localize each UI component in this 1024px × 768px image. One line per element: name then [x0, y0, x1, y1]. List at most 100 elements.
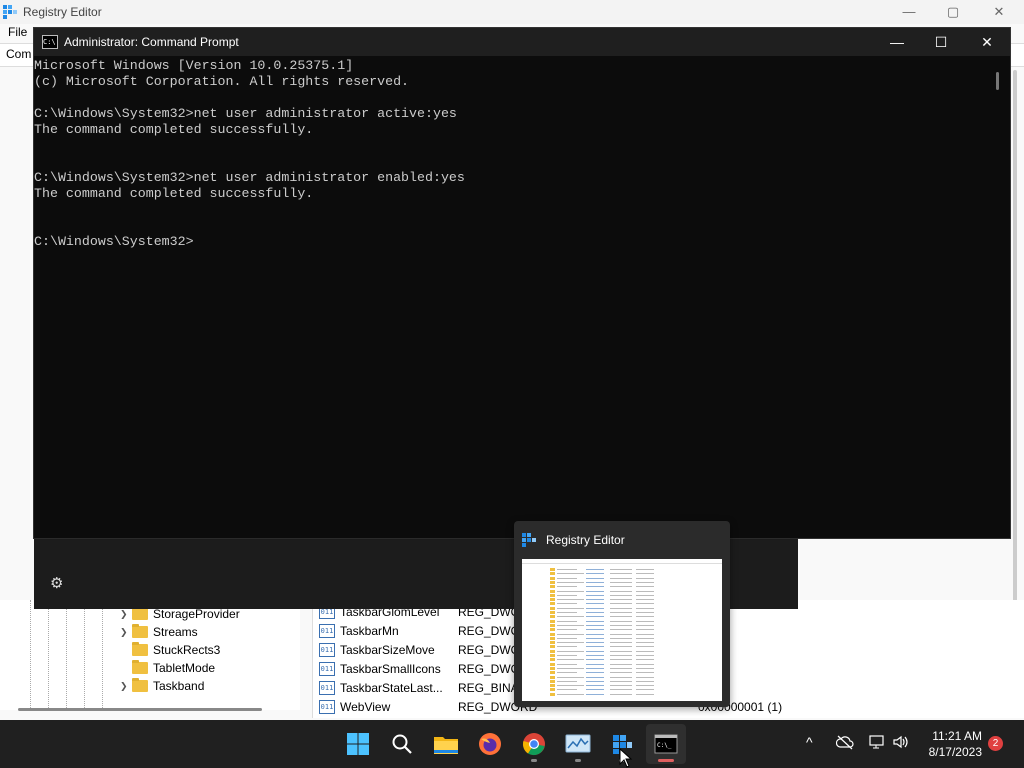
- thumb-line: [586, 569, 604, 570]
- gear-icon[interactable]: ⚙: [50, 576, 66, 592]
- tree-item[interactable]: TabletMode: [120, 659, 215, 677]
- thumb-line: [586, 607, 604, 609]
- thumb-line: [586, 659, 604, 661]
- thumb-line: [610, 577, 632, 579]
- tree-item[interactable]: ❯ Streams: [120, 623, 198, 641]
- thumb-line: [557, 629, 577, 631]
- registry-minimize-button[interactable]: —: [886, 2, 932, 22]
- thumb-line: [586, 603, 604, 605]
- thumb-line: [610, 672, 632, 674]
- preview-thumbnail[interactable]: [522, 559, 722, 701]
- firefox-button[interactable]: [470, 724, 510, 764]
- registry-maximize-button[interactable]: ▢: [930, 2, 976, 22]
- thumb-line: [586, 577, 604, 579]
- tree-item[interactable]: ❯ Taskband: [120, 677, 204, 695]
- thumb-folder: [550, 580, 555, 584]
- thumb-line: [610, 590, 632, 592]
- chevron-right-icon[interactable]: ❯: [120, 681, 132, 692]
- thumb-folder: [550, 662, 555, 666]
- network-icon[interactable]: [868, 734, 886, 750]
- thumb-line: [557, 637, 577, 639]
- command-prompt-button[interactable]: C:\_: [646, 724, 686, 764]
- chevron-right-icon[interactable]: ❯: [120, 627, 132, 638]
- console-scroll-thumb[interactable]: [996, 72, 999, 90]
- thumb-line: [610, 612, 632, 613]
- resource-monitor-button[interactable]: [558, 724, 598, 764]
- thumb-line: [557, 655, 577, 656]
- console-scrollbar[interactable]: [996, 68, 1000, 536]
- thumb-line: [610, 693, 632, 695]
- folder-icon: [132, 624, 148, 638]
- thumb-line: [586, 646, 604, 648]
- menu-file[interactable]: File: [8, 25, 27, 39]
- thumb-line: [586, 650, 604, 652]
- cloud-offline-icon[interactable]: [836, 734, 854, 750]
- thumb-line: [557, 607, 584, 609]
- thumb-folder: [550, 636, 555, 640]
- thumb-folder: [550, 602, 555, 606]
- thumb-line: [610, 624, 632, 626]
- thumb-line: [610, 637, 632, 639]
- thumb-line: [610, 676, 632, 678]
- clock-time[interactable]: 11:21 AM: [920, 729, 982, 743]
- thumb-line: [610, 646, 632, 648]
- thumb-line: [586, 586, 604, 588]
- thumb-line: [636, 590, 654, 592]
- cmd-maximize-button[interactable]: ☐: [918, 28, 964, 56]
- clock-date[interactable]: 8/17/2023: [920, 745, 982, 759]
- thumb-line: [557, 624, 584, 626]
- thumb-folder: [550, 585, 555, 589]
- thumb-line: [557, 646, 577, 648]
- thumb-line: [586, 624, 604, 626]
- thumb-line: [557, 642, 584, 644]
- registry-vertical-scrollbar[interactable]: [1013, 70, 1017, 670]
- tree-horizontal-scrollbar[interactable]: [18, 708, 262, 711]
- thumb-line: [636, 680, 654, 682]
- thumb-folder: [550, 623, 555, 627]
- start-button[interactable]: [338, 724, 378, 764]
- thumb-line: [557, 680, 577, 682]
- thumb-line: [636, 612, 654, 613]
- cmd-close-button[interactable]: ✕: [964, 28, 1010, 56]
- chevron-right-icon[interactable]: ❯: [120, 609, 132, 620]
- thumb-folder: [550, 606, 555, 610]
- cmd-minimize-button[interactable]: —: [874, 28, 920, 56]
- thumb-line: [557, 633, 584, 635]
- thumb-line: [557, 685, 584, 687]
- thumb-line: [557, 577, 577, 579]
- value-name: WebView: [340, 700, 391, 714]
- thumb-line: [636, 667, 654, 669]
- monitor-chart-icon: [565, 734, 591, 753]
- firefox-icon: [479, 733, 501, 755]
- thumb-folder: [550, 692, 555, 696]
- thumb-line: [636, 646, 654, 648]
- show-hidden-icons-chevron-icon[interactable]: ^: [806, 734, 813, 750]
- command-prompt-titlebar[interactable]: C:\ Administrator: Command Prompt — ☐ ✕: [34, 28, 1010, 56]
- thumb-line: [636, 577, 654, 579]
- thumb-line: [610, 603, 632, 605]
- thumb-line: [557, 663, 577, 665]
- thumb-line: [557, 594, 577, 596]
- thumb-line: [636, 573, 654, 575]
- thumb-line: [586, 685, 604, 687]
- file-explorer-button[interactable]: [426, 724, 466, 764]
- thumb-line: [586, 637, 604, 639]
- thumb-line: [610, 573, 632, 575]
- tree-item-label: StorageProvider: [153, 607, 240, 621]
- thumb-line: [586, 693, 604, 695]
- thumb-line: [610, 586, 632, 588]
- notification-badge[interactable]: 2: [988, 736, 1003, 751]
- thumb-line: [557, 573, 584, 575]
- volume-icon[interactable]: [892, 734, 910, 750]
- chrome-button[interactable]: [514, 724, 554, 764]
- windows-logo-icon: [347, 733, 369, 755]
- thumb-folder: [550, 572, 555, 576]
- registry-close-button[interactable]: ✕: [976, 2, 1022, 22]
- thumb-line: [586, 655, 604, 656]
- tree-item[interactable]: StuckRects3: [120, 641, 220, 659]
- thumb-line: [610, 655, 632, 656]
- taskbar-preview-registry-editor[interactable]: Registry Editor: [514, 521, 730, 707]
- search-button[interactable]: [382, 724, 422, 764]
- thumb-line: [557, 603, 577, 605]
- console-output[interactable]: Microsoft Windows [Version 10.0.25375.1]…: [34, 58, 994, 528]
